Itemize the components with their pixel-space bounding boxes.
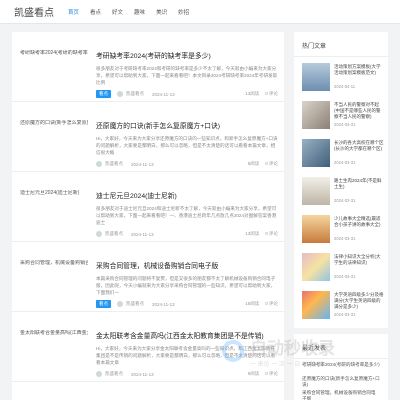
article-thumbnail[interactable]: 考研缺考率2024(考研的缺考率是多少) — [20, 50, 88, 92]
hot-article-image[interactable] — [302, 101, 330, 129]
comment-count: 0 评论 — [265, 161, 278, 166]
publish-date: 2024-11-13 — [131, 231, 154, 237]
hot-article-item[interactable]: 长沙的各大高校在哪个区(长沙的大学都在哪个区) 2024-03-31 — [294, 133, 388, 171]
article-thumbnail[interactable]: 采购合同管理，机械设备购销合同 — [20, 260, 88, 302]
article-thumbnail[interactable]: 迪士尼元旦2024(迪士尼新) — [20, 190, 88, 232]
nav-home[interactable]: 首页 — [68, 8, 79, 16]
comment-count: 0 评论 — [265, 371, 278, 376]
hot-article-image[interactable] — [302, 177, 330, 205]
hot-article-date: 2024-03-31 — [334, 312, 356, 317]
comment-count: 0 评论 — [265, 231, 278, 236]
hot-article-date: 2024-03-31 — [334, 160, 356, 165]
watermark: 自动秒收录 一 来访 一 次 一 自 动 收 录 一 — [222, 336, 392, 368]
article-title[interactable]: 还原魔方的口诀(新手怎么复原魔方+口诀) — [96, 120, 278, 130]
article-title[interactable]: 采购合同管理，机械设备购销合同电子版 — [96, 260, 278, 270]
hot-article-item[interactable]: 不当人民的警察对不起(中国不是哪些人民的警察不当人民的警察) 2024-03-3… — [294, 95, 388, 133]
author-avatar — [117, 91, 123, 97]
comment-count: 0 评论 — [265, 91, 278, 96]
hot-article-date: 2024-03-31 — [334, 274, 356, 279]
nav-meishi[interactable]: 美识 — [156, 8, 167, 16]
hot-article-title[interactable]: 路土生肉2024年(不是鲜土生) — [334, 178, 384, 196]
article-summary: 很多朋友对于迪士尼元旦2024和迪士尼新不太了解，今天就由小编来为大家分享，希望… — [96, 206, 277, 225]
nav-kandian[interactable]: 看点 — [90, 8, 101, 16]
hot-article-image[interactable] — [302, 291, 330, 319]
publish-date: 2024-11-13 — [152, 91, 175, 97]
author-name[interactable]: 凯盛看点 — [126, 301, 144, 307]
view-count: 8阅读 — [247, 161, 260, 166]
main-nav: 首页 看点 好文 趣味 美识 妙招 — [68, 8, 189, 16]
hot-article-title[interactable]: 少儿故事大全精选(最适合小孩子讲的故事大全) — [334, 216, 384, 234]
article-card[interactable]: 迪士尼元旦2024(迪士尼新) 迪士尼元旦2024(迪士尼新) 很多朋友对于迪士… — [12, 172, 284, 242]
hot-article-title[interactable]: 不当人民的警察对不起(中国不是哪些人民的警察不当人民的警察) — [334, 102, 384, 120]
hot-article-date: 2024-03-31 — [334, 236, 356, 241]
hot-article-date: 2024-04-11 — [334, 84, 356, 89]
article-thumbnail[interactable]: 金太阳联考合金量高吗(江西金太阳教育集团是不是传销) — [20, 330, 88, 372]
thumbnail-alt-text: 考研缺考率2024(考研的缺考率是多少) — [20, 50, 88, 56]
article-summary: 本篇采购合同管理的问题将不复赘，但是又很多的朋友都不太了解机械设备购销合同电子版… — [96, 276, 276, 295]
publish-date: 2024-11-13 — [131, 371, 154, 377]
thumbnail-alt-text: 采购合同管理，机械设备购销合同 — [20, 260, 88, 266]
top-bar: 凯盛看点 首页 看点 好文 趣味 美识 妙招 — [0, 0, 400, 24]
category-tag[interactable]: 看点 — [96, 300, 111, 308]
recent-post-item[interactable]: 采购合同管理，机械设备购销合同电子版 — [294, 387, 388, 400]
hot-article-item[interactable]: 少儿故事大全精选(最适合小孩子讲的故事大全) 2024-03-31 — [294, 209, 388, 247]
hot-article-title[interactable]: 活动策划方案模板(大学活动策划案模板范文) — [334, 64, 384, 82]
view-count: 15阅读 — [245, 301, 260, 306]
hot-article-date: 2024-03-31 — [334, 198, 356, 203]
hot-article-image[interactable] — [302, 215, 330, 243]
author-name[interactable]: 凯盛看点 — [105, 231, 123, 237]
thumbnail-alt-text: 金太阳联考合金量高吗(江西金太阳教育集团是不是传销) — [20, 330, 88, 336]
thumbnail-alt-text: 还原魔方的口诀(新手怎么复原魔方+口诀) — [20, 120, 88, 126]
watermark-logo-icon — [222, 340, 244, 362]
article-title[interactable]: 迪士尼元旦2024(迪士尼新) — [96, 190, 278, 200]
author-avatar — [96, 371, 102, 377]
category-tag[interactable]: 看点 — [96, 90, 111, 98]
hot-article-date: 2024-03-31 — [334, 122, 356, 127]
article-meta: 凯盛看点 2024-11-13 13阅读 0 评论 — [96, 230, 278, 238]
view-count: 9阅读 — [247, 371, 260, 376]
hot-article-item[interactable]: 法律小知识大全分析(大学生的法律知识) 2024-03-31 — [294, 247, 388, 285]
article-card[interactable]: 还原魔方的口诀(新手怎么复原魔方+口诀) 还原魔方的口诀(新手怎么复原魔方+口诀… — [12, 102, 284, 172]
article-meta: 看点 凯盛看点 2024-11-13 13阅读 0 评论 — [96, 90, 278, 98]
hot-article-image[interactable] — [302, 253, 330, 281]
article-meta: 凯盛看点 2024-11-13 8阅读 0 评论 — [96, 160, 278, 168]
hot-article-item[interactable]: 活动策划方案模板(大学活动策划案模板范文) 2024-04-11 — [294, 57, 388, 95]
view-count: 13阅读 — [245, 91, 260, 96]
view-count: 13阅读 — [245, 231, 260, 236]
author-avatar — [96, 161, 102, 167]
article-title[interactable]: 考研缺考率2024(考研的缺考率是多少) — [96, 50, 278, 60]
nav-haowen[interactable]: 好文 — [112, 8, 123, 16]
author-name[interactable]: 凯盛看点 — [126, 91, 144, 97]
hot-article-item[interactable]: 大学英语四级多少分及格满分(大学生英语四级的满分是多少) 2024-03-31 — [294, 285, 388, 323]
nav-miaozhao[interactable]: 妙招 — [178, 8, 189, 16]
comment-count: 0 评论 — [265, 301, 278, 306]
article-meta: 凯盛看点 2024-11-13 9阅读 0 评论 — [96, 370, 278, 378]
article-card[interactable]: 采购合同管理，机械设备购销合同 采购合同管理，机械设备购销合同电子版 本篇采购合… — [12, 242, 284, 312]
author-name[interactable]: 凯盛看点 — [105, 371, 123, 377]
nav-quwei[interactable]: 趣味 — [134, 8, 145, 16]
recent-post-item[interactable]: 还原魔方的口诀(新手怎么复原魔方+口诀) — [294, 373, 388, 387]
publish-date: 2024-11-13 — [131, 161, 154, 167]
author-name[interactable]: 凯盛看点 — [105, 161, 123, 167]
hot-article-title[interactable]: 长沙的各大高校在哪个区(长沙的大学都在哪个区) — [334, 140, 384, 158]
hot-article-title[interactable]: 法律小知识大全分析(大学生的法律知识) — [334, 254, 384, 272]
hot-article-item[interactable]: 路土生肉2024年(不是鲜土生) 2024-03-31 — [294, 171, 388, 209]
site-brand[interactable]: 凯盛看点 — [14, 4, 54, 19]
hot-article-title[interactable]: 大学英语四级多少分及格满分(大学生英语四级的满分是多少) — [334, 292, 384, 310]
article-meta: 看点 凯盛看点 2024-11-13 15阅读 0 评论 — [96, 300, 278, 308]
article-summary: Hi，大家好，今天来为大家分享还原魔方的口诀的一些知识点，和新手怎么复原魔方+口… — [96, 136, 278, 155]
thumbnail-alt-text: 迪士尼元旦2024(迪士尼新) — [20, 190, 80, 196]
hot-article-image[interactable] — [302, 139, 330, 167]
hot-articles-title: 热门文章 — [294, 32, 388, 57]
article-card[interactable]: 考研缺考率2024(考研的缺考率是多少) 考研缺考率2024(考研的缺考率是多少… — [12, 32, 284, 102]
article-thumbnail[interactable]: 还原魔方的口诀(新手怎么复原魔方+口诀) — [20, 120, 88, 162]
publish-date: 2024-11-13 — [152, 301, 175, 307]
watermark-text: 自动秒收录 — [250, 339, 335, 358]
author-avatar — [96, 231, 102, 237]
watermark-subtext: 一 来访 一 次 一 自 动 收 录 一 — [250, 362, 332, 368]
author-avatar — [117, 301, 123, 307]
hot-article-image[interactable] — [302, 63, 330, 91]
hot-articles-panel: 热门文章 活动策划方案模板(大学活动策划案模板范文) 2024-04-11 不当… — [294, 32, 388, 328]
article-summary: 很多朋友对于考研缺考率2024和考研的缺考率是多少不太了解，今天就由小编来为大家… — [96, 66, 278, 85]
